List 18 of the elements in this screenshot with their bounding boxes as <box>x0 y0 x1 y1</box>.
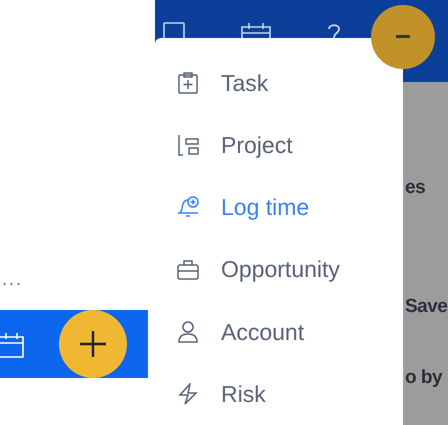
plus-icon <box>79 330 107 358</box>
ellipsis-text: ... <box>2 270 24 288</box>
background-text: es <box>405 177 426 198</box>
bell-plus-icon <box>176 195 200 220</box>
background-text: Save <box>405 296 448 317</box>
hierarchy-icon <box>177 134 199 156</box>
menu-item[interactable]: Project <box>155 114 403 176</box>
person-icon <box>178 320 198 343</box>
minus-icon <box>396 35 410 39</box>
background-text: o by <box>405 367 442 388</box>
menu-item[interactable]: Log time <box>155 176 403 239</box>
menu-item[interactable]: Task <box>155 52 403 114</box>
menu-item[interactable]: Account <box>155 300 403 363</box>
clipboard-plus-icon <box>178 72 198 94</box>
briefcase-icon <box>177 260 199 280</box>
lightning-icon <box>177 382 199 405</box>
menu-item[interactable]: Opportunity <box>155 238 403 301</box>
menu-item[interactable]: Risk <box>155 362 403 425</box>
